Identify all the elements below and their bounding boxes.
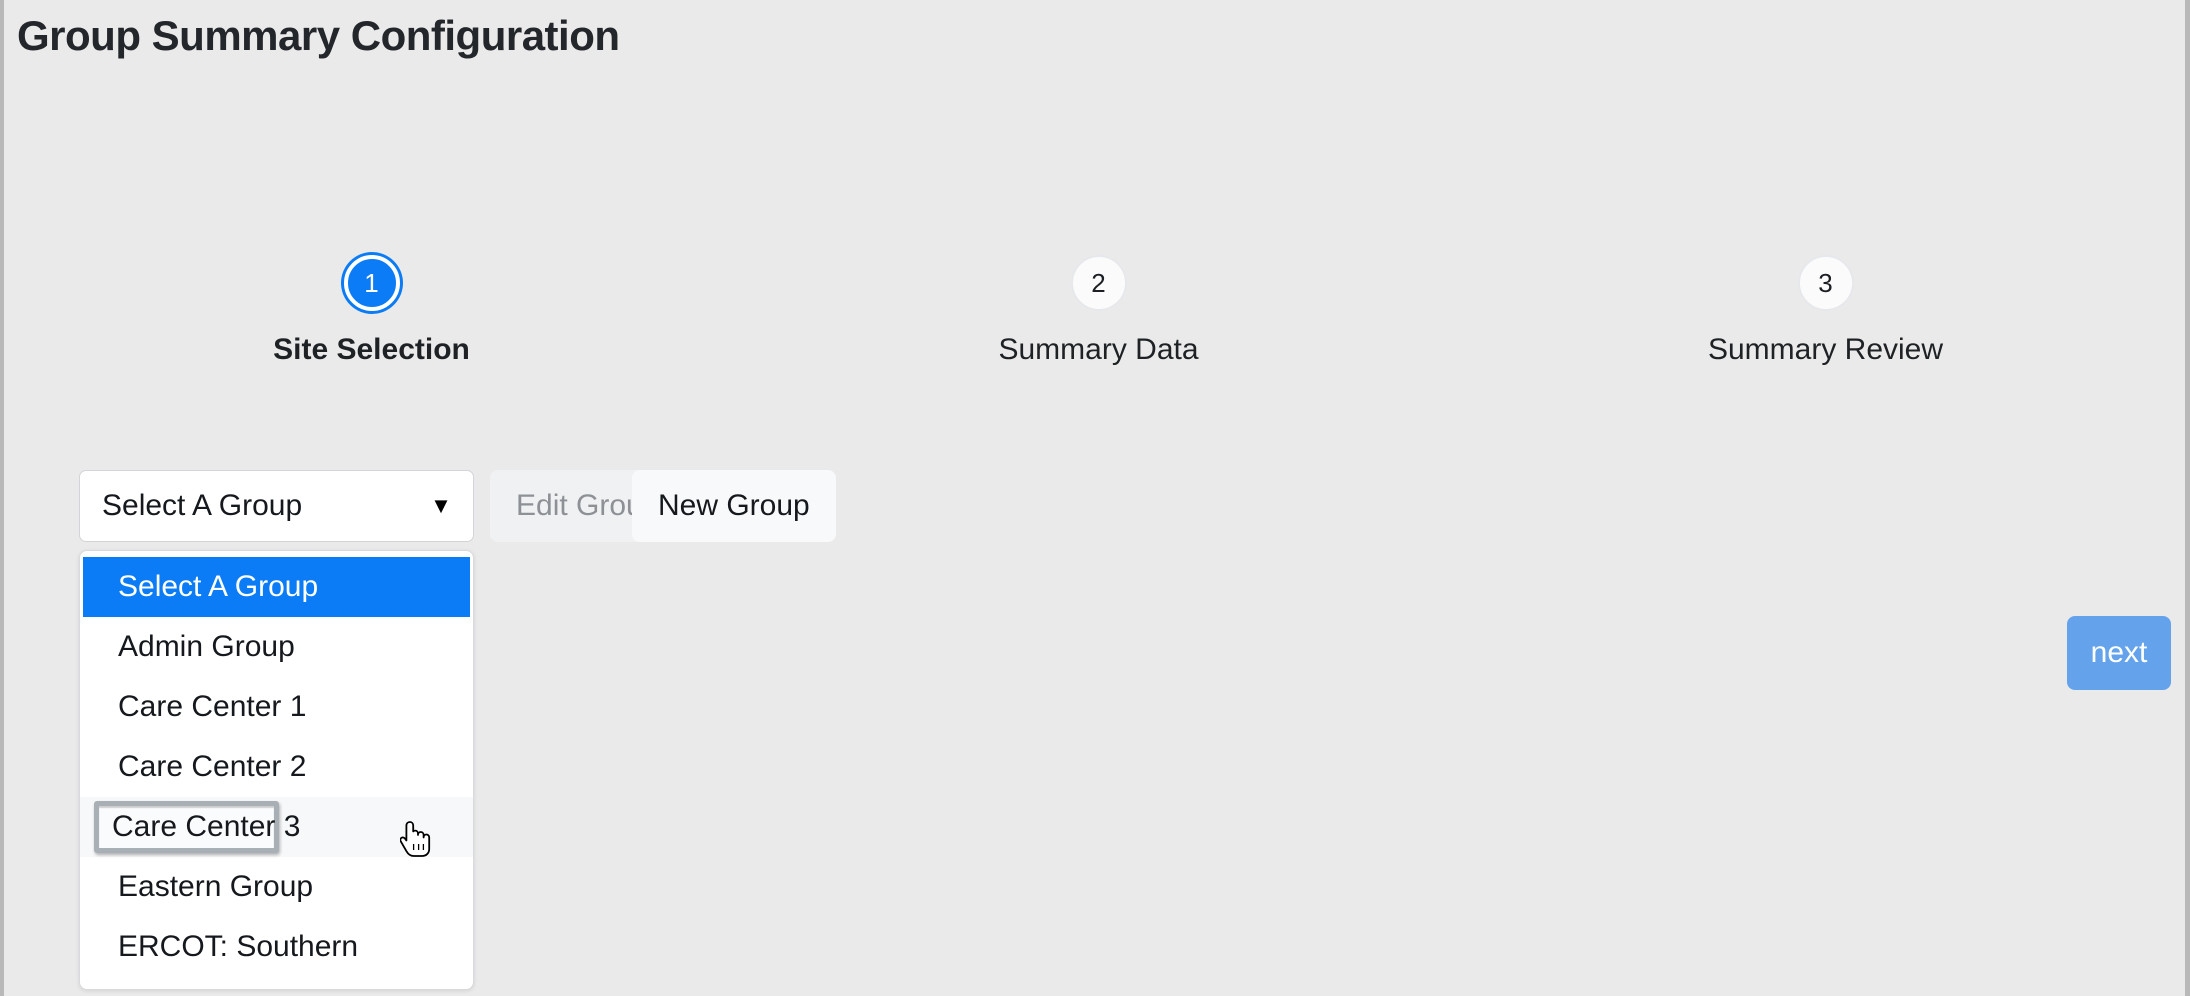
step-summary-review[interactable]: 3 Summary Review — [1462, 255, 2189, 385]
stepper: 1 Site Selection 2 Summary Data 3 Summar… — [8, 255, 2189, 385]
dropdown-option-admin-group[interactable]: Admin Group — [80, 617, 473, 677]
dropdown-option-care-center-3-label: Care Center 3 — [112, 797, 300, 857]
page-title: Group Summary Configuration — [17, 12, 620, 60]
step-label-3: Summary Review — [1708, 333, 1943, 367]
group-select-dropdown[interactable]: Select A Group Admin Group Care Center 1… — [79, 550, 474, 990]
step-label-2: Summary Data — [998, 333, 1198, 367]
app-frame: Group Summary Configuration 1 Site Selec… — [0, 0, 2190, 996]
step-number-badge-1: 1 — [344, 255, 400, 311]
dropdown-option-care-center-2[interactable]: Care Center 2 — [80, 737, 473, 797]
dropdown-option-ercot-southern[interactable]: ERCOT: Southern — [80, 917, 473, 977]
step-site-selection[interactable]: 1 Site Selection — [8, 255, 735, 385]
next-button[interactable]: next — [2067, 616, 2171, 690]
dropdown-option-select-a-group[interactable]: Select A Group — [83, 557, 470, 617]
dropdown-option-eastern-group[interactable]: Eastern Group — [80, 857, 473, 917]
dropdown-option-care-center-3[interactable]: Care Center 3 — [80, 797, 473, 857]
group-select-value: Select A Group — [102, 489, 421, 523]
group-select[interactable]: Select A Group ▼ — [79, 470, 474, 542]
step-number-badge-3: 3 — [1798, 255, 1854, 311]
dropdown-option-care-center-1[interactable]: Care Center 1 — [80, 677, 473, 737]
step-summary-data[interactable]: 2 Summary Data — [735, 255, 1462, 385]
new-group-button[interactable]: New Group — [632, 470, 836, 542]
step-number-badge-2: 2 — [1071, 255, 1127, 311]
step-label-1: Site Selection — [273, 333, 470, 367]
chevron-down-icon: ▼ — [421, 493, 461, 519]
